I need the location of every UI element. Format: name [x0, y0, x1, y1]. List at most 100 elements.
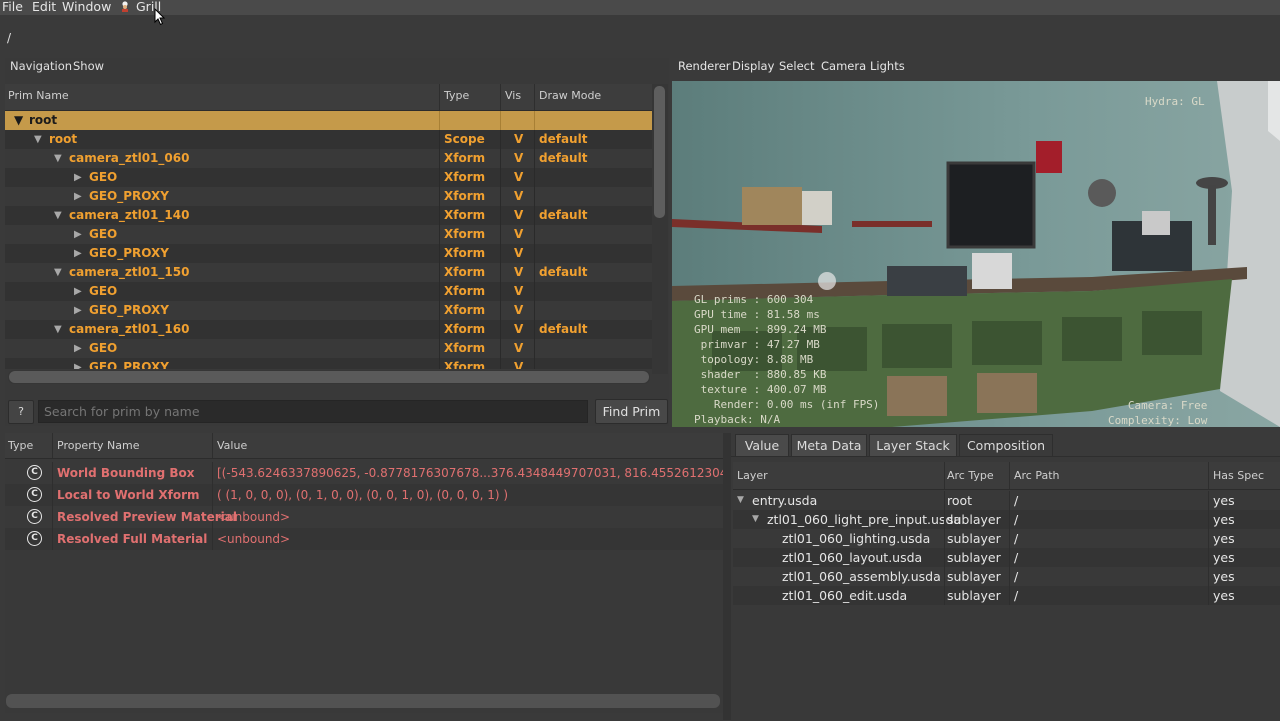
find-prim-button[interactable]: Find Prim [595, 399, 668, 424]
expanded-triangle-icon[interactable]: ▼ [752, 510, 759, 529]
layer-name: ztl01_060_light_pre_input.usda [767, 512, 962, 527]
col-value[interactable]: Value [217, 439, 247, 452]
prim-draw-mode[interactable]: default [539, 149, 587, 168]
prim-tree-row[interactable]: ▼ root [5, 111, 652, 130]
path-bar[interactable]: / [0, 28, 1280, 50]
prim-tree-row[interactable]: ▶ GEO_PROXY Xform V [5, 301, 652, 320]
expanded-triangle-icon[interactable]: ▼ [54, 149, 62, 168]
menu-camera[interactable]: Camera [821, 59, 866, 73]
prim-draw-mode[interactable]: default [539, 320, 587, 339]
prim-draw-mode[interactable]: default [539, 263, 587, 282]
composition-row[interactable]: ▼ entry.usda root / yes [733, 491, 1280, 510]
prim-draw-mode[interactable]: default [539, 206, 587, 225]
expanded-triangle-icon[interactable]: ▼ [14, 111, 23, 130]
prim-visibility[interactable]: V [514, 130, 523, 149]
col-draw-mode[interactable]: Draw Mode [539, 89, 601, 102]
help-button[interactable]: ? [8, 400, 34, 424]
prim-visibility[interactable]: V [514, 206, 523, 225]
col-property-name[interactable]: Property Name [57, 439, 140, 452]
col-arc-type[interactable]: Arc Type [947, 469, 994, 482]
composition-row[interactable]: ztl01_060_assembly.usda sublayer / yes [733, 567, 1280, 586]
expanded-triangle-icon[interactable]: ▼ [54, 206, 62, 225]
prim-visibility[interactable]: V [514, 187, 523, 206]
prim-visibility[interactable]: V [514, 282, 523, 301]
collapsed-triangle-icon[interactable]: ▶ [74, 225, 82, 244]
collapsed-triangle-icon[interactable]: ▶ [74, 339, 82, 358]
collapsed-triangle-icon[interactable]: ▶ [74, 168, 82, 187]
col-type[interactable]: Type [444, 89, 469, 102]
prim-visibility[interactable]: V [514, 168, 523, 187]
menu-file[interactable]: File [2, 0, 23, 14]
prim-visibility[interactable]: V [514, 301, 523, 320]
composition-row[interactable]: ztl01_060_layout.usda sublayer / yes [733, 548, 1280, 567]
prim-tree-row[interactable]: ▼ root Scope Vdefault [5, 130, 652, 149]
tab-layer-stack[interactable]: Layer Stack [869, 434, 957, 457]
prim-tree-horizontal-scrollbar[interactable] [8, 370, 650, 384]
composition-row[interactable]: ztl01_060_lighting.usda sublayer / yes [733, 529, 1280, 548]
scroll-thumb[interactable] [9, 371, 649, 383]
prim-tree-row[interactable]: ▶ GEO_PROXY Xform V [5, 244, 652, 263]
col-has-spec[interactable]: Has Spec [1213, 469, 1264, 482]
collapsed-triangle-icon[interactable]: ▶ [74, 282, 82, 301]
composition-row[interactable]: ztl01_060_edit.usda sublayer / yes [733, 586, 1280, 605]
column-separator [1208, 567, 1209, 586]
menu-display[interactable]: Display [732, 59, 774, 73]
prim-visibility[interactable]: V [514, 320, 523, 339]
expanded-triangle-icon[interactable]: ▼ [737, 491, 744, 510]
expanded-triangle-icon[interactable]: ▼ [54, 263, 62, 282]
panel-splitter[interactable] [723, 433, 731, 720]
property-row[interactable]: C Resolved Preview Material <unbound> [5, 506, 723, 528]
prim-tree-row[interactable]: ▶ GEO_PROXY Xform V [5, 187, 652, 206]
property-row[interactable]: C Resolved Full Material <unbound> [5, 528, 723, 550]
menu-renderer[interactable]: Renderer [678, 59, 731, 73]
column-separator [500, 263, 501, 282]
menu-window[interactable]: Window [62, 0, 111, 14]
prim-tree-row[interactable]: ▼ camera_ztl01_140 Xform Vdefault [5, 206, 652, 225]
prim-visibility[interactable]: V [514, 149, 523, 168]
prim-tree-row[interactable]: ▼ camera_ztl01_060 Xform Vdefault [5, 149, 652, 168]
collapsed-triangle-icon[interactable]: ▶ [74, 358, 82, 369]
tab-meta-data[interactable]: Meta Data [791, 434, 867, 457]
prim-visibility[interactable]: V [514, 225, 523, 244]
property-horizontal-scrollbar[interactable] [6, 694, 720, 708]
prim-tree-row[interactable]: ▼ camera_ztl01_150 Xform Vdefault [5, 263, 652, 282]
expanded-triangle-icon[interactable]: ▼ [54, 320, 62, 339]
collapsed-triangle-icon[interactable]: ▶ [74, 244, 82, 263]
prim-tree-row[interactable]: ▶ GEO_PROXY Xform V [5, 358, 652, 369]
col-arc-path[interactable]: Arc Path [1014, 469, 1060, 482]
prim-visibility[interactable]: V [514, 339, 523, 358]
prim-visibility[interactable]: V [514, 358, 523, 369]
menu-lights[interactable]: Lights [870, 59, 905, 73]
property-row[interactable]: C World Bounding Box [(-543.6246337890625,… [5, 462, 760, 484]
menu-edit[interactable]: Edit [32, 0, 56, 14]
hud-stat-line: Playback: N/A [694, 413, 781, 426]
collapsed-triangle-icon[interactable]: ▶ [74, 187, 82, 206]
computed-property-icon: C [27, 487, 42, 502]
prim-tree-row[interactable]: ▼ camera_ztl01_160 Xform Vdefault [5, 320, 652, 339]
prim-search-input[interactable] [38, 400, 588, 423]
menu-show[interactable]: Show [73, 59, 104, 73]
composition-row[interactable]: ▼ ztl01_060_light_pre_input.usda sublayer /… [733, 510, 1280, 529]
col-type[interactable]: Type [8, 439, 33, 452]
scroll-thumb[interactable] [654, 86, 665, 218]
tab-value[interactable]: Value [735, 434, 789, 457]
prim-tree-row[interactable]: ▶ GEO Xform V [5, 225, 652, 244]
col-prim-name[interactable]: Prim Name [8, 89, 69, 102]
prim-tree-row[interactable]: ▶ GEO Xform V [5, 168, 652, 187]
prim-tree-row[interactable]: ▶ GEO Xform V [5, 282, 652, 301]
col-layer[interactable]: Layer [737, 469, 768, 482]
prim-visibility[interactable]: V [514, 244, 523, 263]
tab-composition[interactable]: Composition [959, 434, 1053, 457]
prim-draw-mode[interactable]: default [539, 130, 587, 149]
expanded-triangle-icon[interactable]: ▼ [34, 130, 42, 149]
prim-visibility[interactable]: V [514, 263, 523, 282]
prim-tree-vertical-scrollbar[interactable] [652, 84, 668, 374]
menu-select[interactable]: Select [779, 59, 814, 73]
column-separator [212, 528, 213, 550]
arc-type: sublayer [947, 569, 1001, 584]
col-vis[interactable]: Vis [505, 89, 521, 102]
collapsed-triangle-icon[interactable]: ▶ [74, 301, 82, 320]
prim-tree-row[interactable]: ▶ GEO Xform V [5, 339, 652, 358]
menu-navigation[interactable]: Navigation [10, 59, 72, 73]
property-row[interactable]: C Local to World Xform ( (1, 0, 0, 0), (0,… [5, 484, 723, 506]
